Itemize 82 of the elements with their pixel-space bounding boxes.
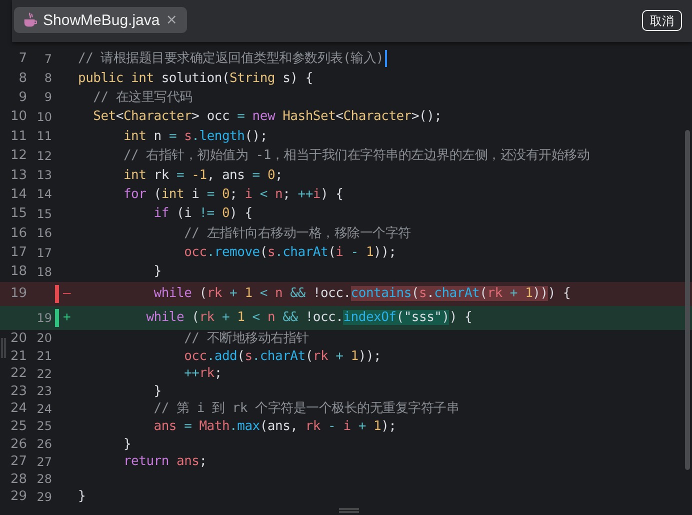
line-number: 14 [36,187,52,202]
code-line: } [78,488,86,506]
code-line: // 右指针，初始值为 -1，相当于我们在字符串的左边界的左侧，还没有开始移动 [122,147,590,164]
code-line: // 左指针向右移动一格，移除一个字符 [183,224,411,242]
line-number: 13 [9,168,27,183]
line-number: 14 [9,186,27,202]
line-number: 15 [36,206,52,221]
line-number: 11 [9,128,27,144]
line-number: 7 [43,52,52,66]
line-number: 8 [43,71,52,86]
scrollbar[interactable] [685,130,690,470]
code-line: // 不断地移动右指针 [183,330,309,347]
resize-handle-icon[interactable] [339,508,359,513]
code-line: occ.remove(s.charAt(i - 1)); [183,244,396,262]
resize-handle-icon[interactable] [1,338,6,358]
line-number: 15 [9,206,27,222]
line-number: 29 [9,489,27,504]
file-tab[interactable]: ShowMeBug.java × [14,7,188,33]
code-line: if (i != 0) { [152,205,252,222]
line-number: 22 [36,366,52,381]
code-line: Set<Character> occ = new HashSet<Character>(); [92,108,442,126]
code-line: return ans; [122,453,207,470]
minus-sign: – [63,286,72,302]
line-number: 26 [9,436,27,452]
line-number: 12 [36,148,52,163]
line-number: 17 [9,245,27,260]
code-line: // 在这里写代码 [92,88,192,106]
line-number: 25 [9,418,27,434]
line-number: 13 [36,168,52,182]
line-number: 20 [9,330,27,346]
code-line: ++rk; [183,365,222,382]
cancel-button[interactable]: 取消 [642,10,682,30]
code-line: ans = Math.max(ans, rk - i + 1); [152,418,396,435]
line-number: 17 [36,246,52,260]
line-number: 7 [18,51,27,66]
line-number: 10 [36,110,52,124]
code-line: while (rk + 1 < n && !occ.indexOf("sss")) { [145,309,472,326]
code-line: // 第 i 到 rk 个字符是一个极长的无重复字符子串 [152,400,460,418]
plus-sign: + [63,310,72,326]
line-number: 24 [36,402,52,416]
line-number: 27 [9,454,27,470]
line-number: 8 [18,70,27,86]
code-line: for (int i = 0; i < n; ++i) { [122,186,344,203]
line-number: 16 [36,226,52,240]
line-number: 11 [36,129,52,144]
close-icon[interactable]: × [166,12,178,28]
line-number: 24 [9,401,27,416]
code-line: int rk = -1, ans = 0; [122,166,283,184]
tab-title: ShowMeBug.java [43,12,160,28]
removed-marker [55,284,59,303]
line-number: 27 [36,454,52,469]
line-number: 10 [9,109,27,124]
coffee-cup-icon [23,12,37,28]
line-number: 9 [43,90,52,104]
line-number: 22 [9,366,27,382]
line-number: 23 [9,384,27,399]
code-line: } [152,263,162,280]
code-line: } [152,382,162,400]
code-line: // 请根据题目要求确定返回值类型和参数列表(输入) [78,50,384,68]
code-line: } [122,436,132,453]
code-line: occ.add(s.charAt(rk + 1)); [183,348,382,365]
line-number: 26 [36,437,52,452]
line-number: 21 [9,348,27,364]
line-number: 19 [9,286,27,302]
line-number: 18 [9,264,27,280]
line-number: 21 [36,349,52,364]
line-number: 16 [9,226,27,241]
line-number: 12 [9,148,27,164]
added-marker [55,308,59,327]
line-number: 9 [18,90,27,105]
line-number: 28 [9,472,27,487]
line-number: 19 [36,310,52,325]
code-line: while (rk + 1 < n && !occ.contains(s.charAt(rk + 1))) { [152,285,571,302]
line-number: 18 [36,264,52,279]
line-number: 29 [36,490,52,504]
line-number: 25 [36,419,52,434]
line-number: 23 [36,384,52,398]
code-line: public int solution(String s) { [78,70,313,87]
text-cursor [384,50,387,68]
code-line: int n = s.length(); [122,128,268,145]
line-number: 28 [36,472,52,486]
line-number: 20 [36,331,52,346]
